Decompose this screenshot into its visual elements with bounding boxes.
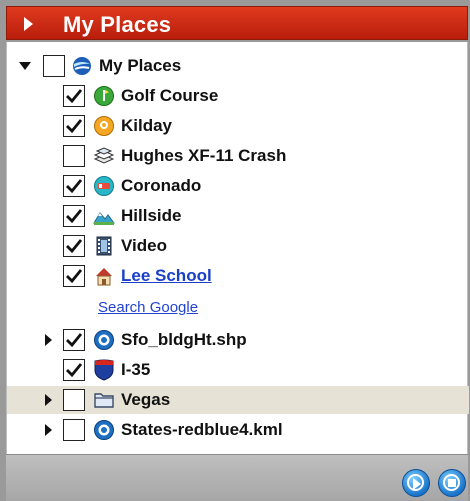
tree-label: Vegas bbox=[121, 390, 171, 409]
expand-triangle-icon[interactable] bbox=[45, 424, 52, 436]
tree-item-hillside[interactable]: Hillside bbox=[7, 202, 469, 230]
item-checkbox[interactable] bbox=[63, 175, 85, 197]
tree-label: Coronado bbox=[121, 176, 202, 195]
globe-icon bbox=[71, 55, 93, 77]
interstate-shield-icon bbox=[93, 359, 115, 381]
item-checkbox[interactable] bbox=[63, 265, 85, 287]
golf-placemark-icon bbox=[93, 85, 115, 107]
tree-item-video[interactable]: Video bbox=[7, 232, 469, 260]
lee-school-link[interactable]: Lee School bbox=[121, 265, 212, 287]
places-footer bbox=[6, 454, 468, 501]
tree-label: Golf Course bbox=[121, 86, 219, 105]
item-checkbox[interactable] bbox=[63, 205, 85, 227]
places-tree: My Places Golf Course Kilday Hughes XF-1… bbox=[6, 42, 469, 454]
places-header[interactable]: My Places bbox=[6, 6, 468, 40]
item-checkbox[interactable] bbox=[63, 145, 85, 167]
tree-item-i35[interactable]: I-35 bbox=[7, 356, 469, 384]
play-tour-icon[interactable] bbox=[402, 469, 430, 497]
tree-item-lee-school[interactable]: Lee School bbox=[7, 262, 469, 290]
tree-label: Video bbox=[121, 236, 167, 255]
tree-item-coronado[interactable]: Coronado bbox=[7, 172, 469, 200]
tree-label: My Places bbox=[99, 56, 182, 75]
network-link-icon bbox=[93, 419, 115, 441]
stop-tour-icon[interactable] bbox=[438, 469, 466, 497]
places-title: My Places bbox=[63, 12, 172, 37]
item-checkbox[interactable] bbox=[63, 359, 85, 381]
tree-label: I-35 bbox=[121, 360, 151, 379]
my-places-panel: My Places My Places Golf Course Kilday H… bbox=[0, 0, 470, 501]
item-checkbox[interactable] bbox=[63, 329, 85, 351]
tree-item-vegas[interactable]: Vegas bbox=[7, 386, 469, 414]
expand-triangle-icon[interactable] bbox=[45, 334, 52, 346]
item-checkbox[interactable] bbox=[63, 389, 85, 411]
video-icon bbox=[93, 235, 115, 257]
orange-placemark-icon bbox=[93, 115, 115, 137]
item-checkbox[interactable] bbox=[63, 419, 85, 441]
tree-label: Kilday bbox=[121, 116, 173, 135]
photo-overlay-icon bbox=[93, 205, 115, 227]
item-checkbox[interactable] bbox=[63, 235, 85, 257]
tree-item-sfo-bldght[interactable]: Sfo_bldgHt.shp bbox=[7, 326, 469, 354]
tree-item-kilday[interactable]: Kilday bbox=[7, 112, 469, 140]
tree-item-golf-course[interactable]: Golf Course bbox=[7, 82, 469, 110]
expand-triangle-icon[interactable] bbox=[45, 394, 52, 406]
tree-item-hughes-crash[interactable]: Hughes XF-11 Crash bbox=[7, 142, 469, 170]
layers-overlay-icon bbox=[93, 145, 115, 167]
tree-item-states-redblue4[interactable]: States-redblue4.kml bbox=[7, 416, 469, 444]
hotel-placemark-icon bbox=[93, 175, 115, 197]
tree-label: Hughes XF-11 Crash bbox=[121, 146, 287, 165]
item-checkbox[interactable] bbox=[63, 85, 85, 107]
tree-label: Sfo_bldgHt.shp bbox=[121, 330, 247, 349]
folder-icon bbox=[93, 389, 115, 411]
school-icon bbox=[93, 265, 115, 287]
tree-label: States-redblue4.kml bbox=[121, 420, 283, 439]
tree-root-row[interactable]: My Places bbox=[7, 52, 469, 80]
expand-triangle-icon[interactable] bbox=[19, 62, 31, 70]
item-checkbox[interactable] bbox=[63, 115, 85, 137]
tree-label: Hillside bbox=[121, 206, 182, 225]
network-link-icon bbox=[93, 329, 115, 351]
root-checkbox[interactable] bbox=[43, 55, 65, 77]
search-google-link[interactable]: Search Google bbox=[98, 298, 198, 318]
collapse-arrow-icon[interactable] bbox=[24, 17, 33, 31]
